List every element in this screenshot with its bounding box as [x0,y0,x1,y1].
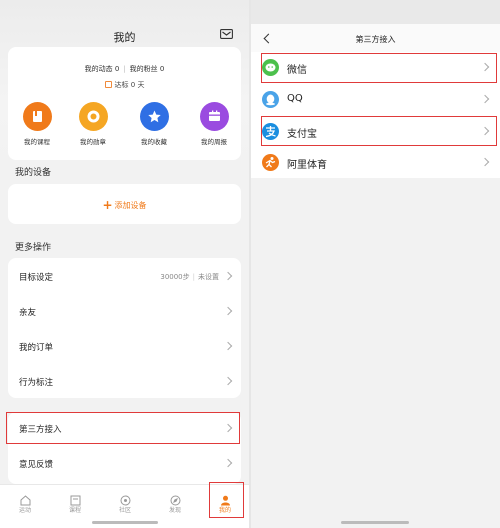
goal-days-text: 达标 0 天 [114,81,145,89]
devices-section-label: 我的设备 [15,168,52,178]
wechat-highlight [261,53,497,83]
chevron-right-icon [480,157,490,167]
tab-label: 课程 [68,507,81,514]
medal-icon [78,102,108,131]
profile-stats: 我的动态 0 | 我的粉丝 0 [84,65,165,73]
tab-discover[interactable]: 发现 [160,491,190,514]
row-label: 目标设定 [19,273,54,283]
alisports-row[interactable]: 阿里体育 [251,147,500,178]
my-favorites-label: 我的收藏 [141,138,167,146]
my-course-button[interactable]: 我的课程 [17,102,57,146]
message-icon[interactable] [220,29,233,39]
my-medal-label: 我的勋章 [80,138,106,146]
compass-icon [170,491,181,506]
goal-setting-row[interactable]: 目标设定 30000步 | 未设置 [8,260,241,294]
goal-days: 达标 0 天 [8,80,241,90]
tab-sports[interactable]: 运动 [10,491,40,514]
community-icon [120,491,131,506]
plus-icon: + [102,198,113,212]
alisports-icon [262,154,279,171]
my-dynamics-link[interactable]: 我的动态 0 [85,65,120,73]
goal-status: 未设置 [198,273,219,281]
course-icon [22,102,52,131]
chevron-right-icon [480,94,490,104]
row-label: 亲友 [19,308,37,318]
flag-icon [104,81,112,88]
my-favorites-button[interactable]: 我的收藏 [134,102,174,146]
chevron-right-icon [223,458,233,468]
chevron-right-icon [223,271,233,281]
qq-icon [262,91,279,108]
goal-setting-value: 30000步 | 未设置 [160,273,219,281]
chevron-right-icon [223,306,233,316]
row-label: 意见反馈 [19,460,54,470]
my-report-label: 我的周报 [201,138,227,146]
chevron-right-icon [223,341,233,351]
nav-bar: 第三方接入 [251,24,500,52]
tab-me-highlight [209,482,244,518]
third-party-highlight [6,412,240,444]
goal-steps-value: 30000步 [160,273,190,281]
qq-label: QQ [287,93,303,104]
family-row[interactable]: 亲友 [8,295,241,329]
home-indicator[interactable] [92,521,158,524]
home-icon [20,491,31,506]
tab-community[interactable]: 社区 [110,491,140,514]
qq-row[interactable]: QQ [251,84,500,115]
tab-label: 社区 [118,507,131,514]
page-title: 第三方接入 [355,35,396,44]
chevron-right-icon [223,376,233,386]
feedback-row[interactable]: 意见反馈 [8,447,241,481]
report-icon [199,102,229,131]
my-course-label: 我的课程 [24,138,50,146]
my-page-panel: 我的 我的动态 0 | 我的粉丝 0 达标 0 天 我的课程 我的勋章 我的收藏… [0,0,249,528]
add-device-label: 添加设备 [114,201,147,210]
page-title: 我的 [113,31,136,44]
star-icon [139,102,169,131]
row-label: 我的订单 [19,343,54,353]
profile-card: 我的动态 0 | 我的粉丝 0 达标 0 天 我的课程 我的勋章 我的收藏 我的… [8,47,241,160]
alipay-highlight [261,116,497,146]
my-orders-row[interactable]: 我的订单 [8,330,241,364]
status-bar [251,0,500,24]
tab-course[interactable]: 课程 [60,491,90,514]
home-indicator[interactable] [341,521,409,524]
device-card: + 添加设备 [8,184,241,224]
tab-label: 运动 [18,507,31,514]
my-report-button[interactable]: 我的周报 [194,102,234,146]
third-party-panel: 第三方接入 微信 QQ 支付宝 阿里体育 [251,0,500,528]
my-fans-link[interactable]: 我的粉丝 0 [130,65,165,73]
more-actions-label: 更多操作 [15,243,52,253]
profile-header: 我的 我的动态 0 | 我的粉丝 0 达标 0 天 我的课程 我的勋章 我的收藏… [0,0,249,170]
alisports-label: 阿里体育 [287,160,327,171]
tab-label: 发现 [168,507,181,514]
book-icon [70,491,81,506]
my-medal-button[interactable]: 我的勋章 [73,102,113,146]
add-device-button[interactable]: + 添加设备 [8,198,241,212]
row-label: 行为标注 [19,378,54,388]
behavior-tagging-row[interactable]: 行为标注 [8,365,241,399]
